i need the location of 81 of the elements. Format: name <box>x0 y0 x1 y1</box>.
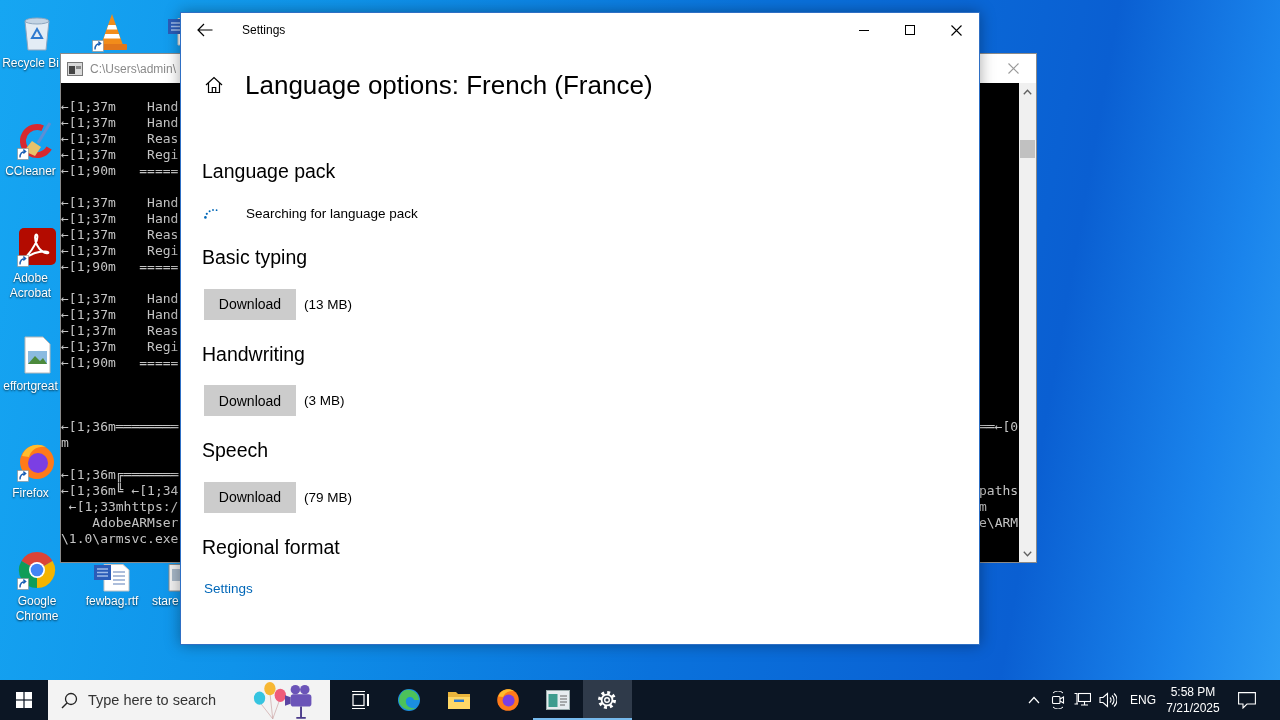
document-icon[interactable] <box>92 563 132 592</box>
console-text: ←[1;33mhttps:/ <box>67 499 180 515</box>
page-title: Language options: French (France) <box>245 69 653 102</box>
console-text: ←[1;37m Hand <box>61 307 180 323</box>
console-text: ←[1;36m╔═══════ <box>61 467 180 483</box>
close-icon <box>1007 63 1019 74</box>
console-text: ══←[0 <box>979 419 1019 435</box>
section-heading: Basic typing <box>202 245 309 270</box>
icon-label: Google Chrome <box>14 593 60 624</box>
chrome-icon[interactable] <box>17 549 57 590</box>
search-bar[interactable]: Type here to search <box>48 680 330 720</box>
pdf-icon[interactable] <box>17 227 57 267</box>
settings-icon <box>597 690 618 710</box>
console-text: \1.0\armsvc.exe <box>61 531 180 547</box>
scrollbar[interactable] <box>1019 83 1036 562</box>
console-text: AdobeARMser <box>91 515 180 531</box>
console-text: ←[1;37m Reas <box>61 323 180 339</box>
section-heading: Handwriting <box>202 341 306 367</box>
section-heading: Regional format <box>202 534 341 560</box>
icon-label: fewbag.rtf <box>85 593 139 609</box>
icon-label: CCleaner <box>4 163 57 179</box>
minimize-icon <box>859 29 869 31</box>
chat-bubble-icon <box>1238 691 1256 709</box>
loading-dots-icon <box>204 207 219 219</box>
icon-label: Adobe Acrobat <box>8 271 53 301</box>
console-text: ←[1;37m Regi <box>61 339 180 355</box>
close-icon <box>950 24 962 36</box>
console-text: paths <box>979 483 1019 499</box>
icon-label: effortgreat <box>2 378 59 394</box>
size-label: (3 MB) <box>304 393 345 408</box>
search-field[interactable]: Type here to search <box>88 692 228 708</box>
windows-logo-icon <box>16 692 32 708</box>
firefox-icon <box>496 688 521 712</box>
console-text: ←[1;37m Reas <box>61 227 180 243</box>
status-text: Searching for language pack <box>246 205 418 221</box>
window-title: Settings <box>242 23 286 37</box>
icon-label: stare <box>152 593 179 609</box>
edge-icon <box>397 688 422 712</box>
settings-link[interactable]: Settings <box>204 578 253 599</box>
console-text: ←[1;37m Regi <box>61 243 180 259</box>
console-text: ←[1;36m════════ <box>61 419 180 435</box>
folder-icon <box>446 689 471 711</box>
camera-icon[interactable] <box>1050 691 1066 709</box>
icon-label: Firefox <box>11 486 50 501</box>
size-label: (79 MB) <box>304 489 352 505</box>
scrollbar-thumb[interactable] <box>1020 140 1035 158</box>
window-icon <box>67 61 83 76</box>
console-text: ←[1;37m Hand <box>61 211 180 227</box>
section-heading: Speech <box>202 438 270 463</box>
console-text: ←[1;37m Hand <box>61 99 180 115</box>
console-text: ←[1;37m Hand <box>61 115 180 131</box>
console-text: ←[1;36m╚ ←[1;34 <box>61 483 180 499</box>
window-title: C:\Users\admin\ <box>90 61 177 76</box>
console-text: ←[1;37m Hand <box>61 195 180 211</box>
chevron-down-icon[interactable] <box>1023 551 1032 557</box>
console-text: ←[1;90m ===== <box>61 355 180 371</box>
console-text: e\ARM <box>979 515 1019 531</box>
taskbar-button[interactable] <box>582 680 632 720</box>
icon-label: Recycle Bi <box>1 56 60 71</box>
console-text: ←[1;90m ===== <box>61 163 180 179</box>
maximize-icon <box>905 25 915 35</box>
download-button[interactable]: Download <box>204 385 296 416</box>
console-text: m <box>979 499 988 515</box>
console-text: m <box>61 435 70 451</box>
section-heading: Language pack <box>202 159 337 184</box>
console-text: ←[1;37m Reas <box>61 131 180 147</box>
console-text: ←[1;90m ===== <box>61 259 180 275</box>
download-button[interactable]: Download <box>204 288 296 320</box>
console-text: ←[1;37m Regi <box>61 147 180 163</box>
search-icon <box>61 691 78 709</box>
volume-icon[interactable] <box>1099 692 1117 708</box>
back-arrow-icon <box>197 23 213 37</box>
home-icon[interactable] <box>205 76 223 94</box>
console-text: ←[1;37m Hand <box>61 291 180 307</box>
language-button[interactable]: ENG <box>1125 680 1161 720</box>
app-window-icon <box>545 690 570 710</box>
firefox-icon[interactable] <box>17 442 57 482</box>
network-icon[interactable] <box>1074 692 1091 708</box>
size-label: (13 MB) <box>304 296 352 312</box>
clock-button[interactable]: 5:58 PM 7/21/2025 <box>1161 680 1225 720</box>
download-button[interactable]: Download <box>204 481 296 513</box>
